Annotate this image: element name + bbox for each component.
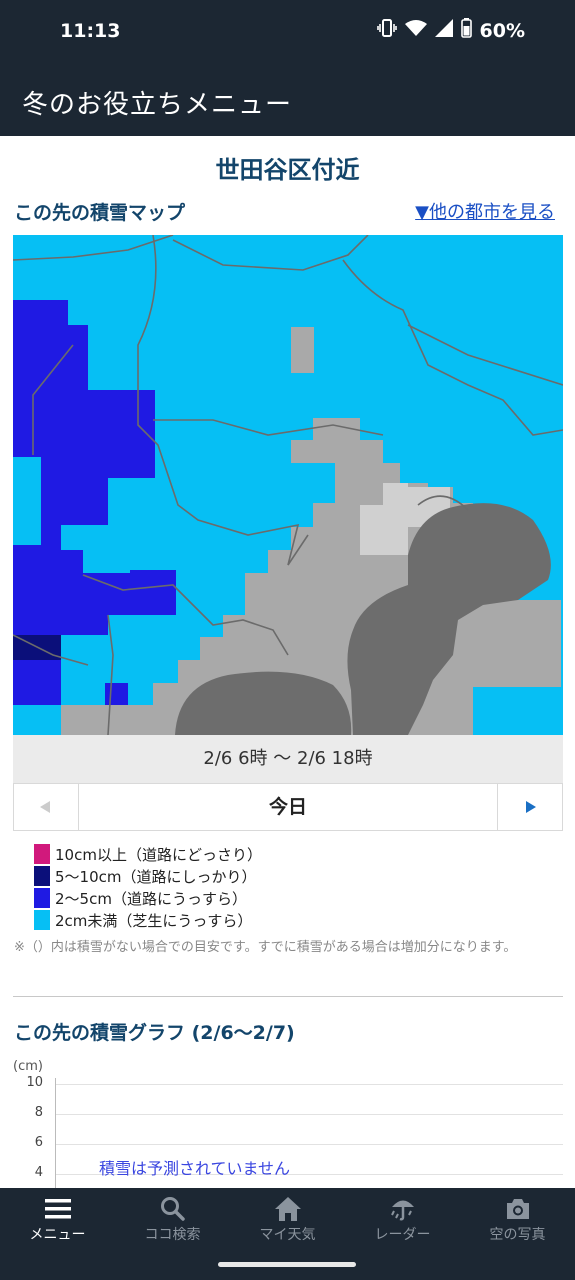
nav-label: マイ天気 — [259, 1227, 316, 1243]
battery-icon — [460, 18, 472, 43]
legend-note: ※（）内は積雪がない場合での目安です。すでに積雪がある場合は増加分になります。 — [14, 940, 517, 955]
home-indicator[interactable] — [218, 1262, 356, 1267]
snow-map-title: この先の積雪マップ — [14, 202, 186, 224]
search-icon — [115, 1196, 230, 1222]
legend-label: 10cm以上（道路にどっさり） — [55, 845, 262, 864]
legend-item: 5〜10cm（道路にしっかり） — [34, 865, 262, 887]
snow-graph: (cm) 10 8 6 4 積雪は予測されていません — [13, 1056, 563, 1193]
menu-icon — [0, 1196, 115, 1222]
grid-line — [55, 1114, 563, 1115]
chevron-right-icon — [526, 801, 536, 813]
y-tick: 10 — [26, 1075, 43, 1090]
signal-icon — [434, 19, 453, 42]
forecast-period: 2/6 6時 〜 2/6 18時 — [13, 735, 563, 783]
legend-item: 2〜5cm（道路にうっすら） — [34, 887, 262, 909]
y-tick: 4 — [34, 1165, 43, 1180]
other-cities-link[interactable]: ▼他の都市を見る — [415, 198, 555, 224]
location-title: 世田谷区付近 — [215, 156, 360, 184]
home-icon — [230, 1196, 345, 1222]
nav-label: 空の写真 — [489, 1227, 546, 1243]
grid-line — [55, 1084, 563, 1085]
y-tick: 8 — [34, 1105, 43, 1120]
nav-label: メニュー — [29, 1227, 86, 1243]
nav-sky-photos[interactable]: 空の写真 — [460, 1188, 575, 1248]
day-navigator: 今日 — [13, 783, 563, 831]
snow-map[interactable] — [13, 235, 563, 735]
legend-swatch — [34, 888, 50, 908]
battery-percent: 60% — [479, 19, 525, 42]
legend-label: 5〜10cm（道路にしっかり） — [55, 867, 257, 886]
legend-swatch — [34, 910, 50, 930]
legend-swatch — [34, 866, 50, 886]
app-bar: 冬のお役立ちメニュー — [0, 64, 575, 136]
no-snow-message: 積雪は予測されていません — [99, 1159, 291, 1178]
page-title: 冬のお役立ちメニュー — [22, 90, 293, 120]
legend-label: 2cm未満（芝生にうっすら） — [55, 911, 253, 930]
snow-graph-title: この先の積雪グラフ (2/6〜2/7) — [14, 1022, 295, 1044]
next-day-button[interactable] — [497, 784, 562, 830]
vibrate-icon — [376, 19, 397, 42]
nav-label: ココ検索 — [144, 1227, 201, 1243]
nav-radar[interactable]: レーダー — [345, 1188, 460, 1248]
divider — [13, 996, 563, 997]
snow-legend: 10cm以上（道路にどっさり） 5〜10cm（道路にしっかり） 2〜5cm（道路… — [34, 843, 262, 931]
chevron-left-icon — [40, 801, 50, 813]
wifi-icon — [404, 19, 427, 42]
legend-item: 10cm以上（道路にどっさり） — [34, 843, 262, 865]
y-axis — [55, 1078, 56, 1193]
prev-day-button[interactable] — [14, 784, 79, 830]
status-bar: 11:13 60% — [0, 0, 575, 64]
radar-icon — [345, 1196, 460, 1222]
nav-label: レーダー — [374, 1227, 431, 1243]
current-day-label: 今日 — [268, 796, 307, 818]
status-time: 11:13 — [60, 20, 121, 42]
grid-line — [55, 1144, 563, 1145]
graph-unit: (cm) — [13, 1059, 43, 1074]
nav-menu[interactable]: メニュー — [0, 1188, 115, 1248]
camera-icon — [460, 1196, 575, 1222]
legend-label: 2〜5cm（道路にうっすら） — [55, 889, 247, 908]
legend-item: 2cm未満（芝生にうっすら） — [34, 909, 262, 931]
legend-swatch — [34, 844, 50, 864]
snow-map-graphic — [13, 235, 563, 735]
y-tick: 6 — [34, 1135, 43, 1150]
nav-my-weather[interactable]: マイ天気 — [230, 1188, 345, 1248]
nav-search[interactable]: ココ検索 — [115, 1188, 230, 1248]
